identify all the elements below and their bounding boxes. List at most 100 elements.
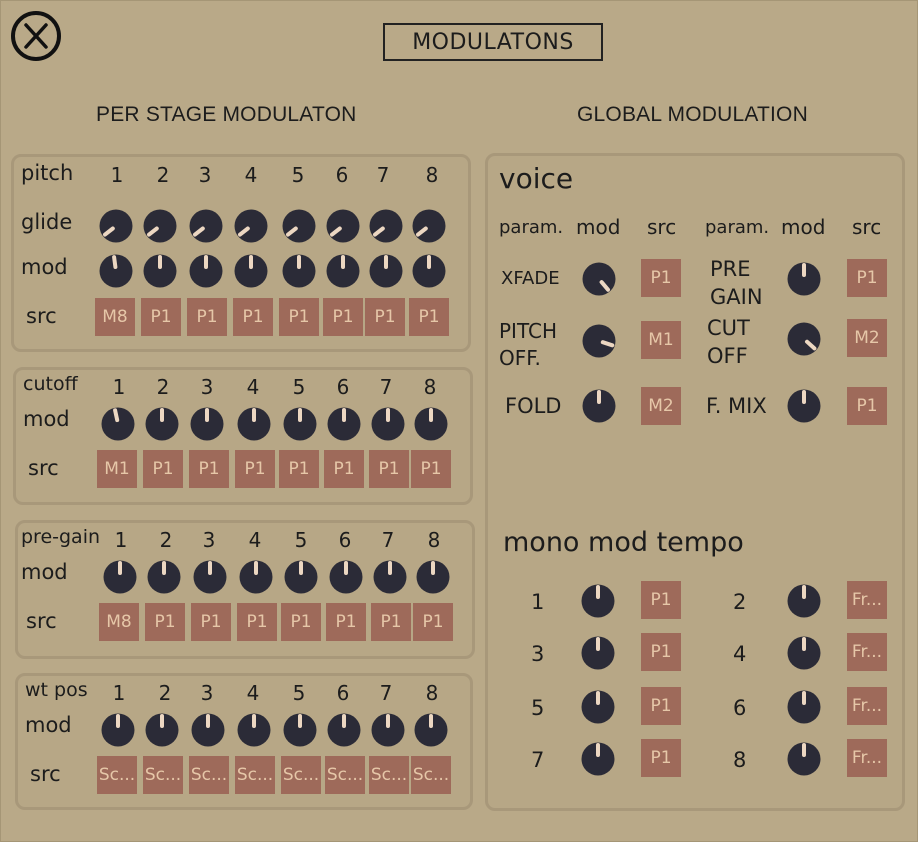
wtpos-src-button-8[interactable]: Sc... — [411, 756, 451, 794]
pregain-mod-knob-1[interactable] — [103, 560, 137, 594]
pregain-src-button-4[interactable]: P1 — [237, 603, 277, 641]
wtpos-mod-knob-7[interactable] — [371, 713, 405, 747]
mono-tempo-src-button-2[interactable]: Fr... — [847, 581, 887, 619]
pitch-src-button-8[interactable]: P1 — [409, 298, 449, 336]
mono-tempo-src-button-1[interactable]: P1 — [641, 581, 681, 619]
pitch-mod-knob-7[interactable] — [369, 254, 403, 288]
pitch-mod-knob-1[interactable] — [99, 254, 133, 288]
pregain-mod-knob-4[interactable] — [239, 560, 273, 594]
wtpos-mod-knob-3[interactable] — [191, 713, 225, 747]
pregain-src-button-3[interactable]: P1 — [191, 603, 231, 641]
mono-tempo-knob-2[interactable] — [787, 584, 821, 618]
pregain-src-button-5[interactable]: P1 — [281, 603, 321, 641]
mono-tempo-src-button-5[interactable]: P1 — [641, 687, 681, 725]
mono-tempo-knob-7[interactable] — [581, 742, 615, 776]
pitch-src-button-4[interactable]: P1 — [233, 298, 273, 336]
mono-tempo-src-button-6[interactable]: Fr... — [847, 687, 887, 725]
pitch-mod-knob-4[interactable] — [234, 254, 268, 288]
cutoff-mod-knob-3[interactable] — [190, 407, 224, 441]
cutoff-src-button-4[interactable]: P1 — [235, 450, 275, 488]
wtpos-src-button-5[interactable]: Sc... — [281, 756, 321, 794]
cutoff-mod-knob-7[interactable] — [371, 407, 405, 441]
pitch-mod-knob-8[interactable] — [412, 254, 446, 288]
pitch-mod-knob-3[interactable] — [189, 254, 223, 288]
pitch-glide-knob-4[interactable] — [234, 209, 268, 243]
wtpos-src-button-1[interactable]: Sc... — [97, 756, 137, 794]
wtpos-mod-knob-1[interactable] — [101, 713, 135, 747]
wtpos-mod-knob-8[interactable] — [414, 713, 448, 747]
cutoff-mod-knob-8[interactable] — [414, 407, 448, 441]
pitchoff-src-button[interactable]: M1 — [641, 321, 681, 359]
pitch-src-button-5[interactable]: P1 — [279, 298, 319, 336]
wtpos-mod-knob-2[interactable] — [145, 713, 179, 747]
mono-tempo-knob-1[interactable] — [581, 584, 615, 618]
pitch-src-button-2[interactable]: P1 — [141, 298, 181, 336]
fmix-src-button[interactable]: P1 — [847, 387, 887, 425]
pitch-mod-knob-6[interactable] — [326, 254, 360, 288]
cutoff-mod-knob-1[interactable] — [101, 407, 135, 441]
pitch-mod-knob-2[interactable] — [143, 254, 177, 288]
pregain-mod-knob-2[interactable] — [147, 560, 181, 594]
pregain-src-button-8[interactable]: P1 — [413, 603, 453, 641]
pregain-mod-knob-5[interactable] — [284, 560, 318, 594]
cutoff-src-button-7[interactable]: P1 — [369, 450, 409, 488]
wtpos-src-button-4[interactable]: Sc... — [235, 756, 275, 794]
mono-tempo-src-button-7[interactable]: P1 — [641, 739, 681, 777]
cutoff-src-button-8[interactable]: P1 — [411, 450, 451, 488]
pregain-mod-knob-6[interactable] — [329, 560, 363, 594]
cutoff-src-button-3[interactable]: P1 — [189, 450, 229, 488]
pregain-src-button-6[interactable]: P1 — [326, 603, 366, 641]
wtpos-src-button-3[interactable]: Sc... — [189, 756, 229, 794]
mono-tempo-src-button-8[interactable]: Fr... — [847, 739, 887, 777]
pregain-src-button-7[interactable]: P1 — [371, 603, 411, 641]
mono-tempo-knob-5[interactable] — [581, 690, 615, 724]
mono-tempo-src-button-3[interactable]: P1 — [641, 633, 681, 671]
fold-src-button[interactable]: M2 — [641, 387, 681, 425]
cutoff-global-mod-knob[interactable] — [787, 322, 821, 356]
pitch-glide-knob-3[interactable] — [189, 209, 223, 243]
pitch-glide-knob-5[interactable] — [282, 209, 316, 243]
cutoff-mod-knob-5[interactable] — [283, 407, 317, 441]
xfade-mod-knob[interactable] — [582, 262, 616, 296]
wtpos-mod-knob-6[interactable] — [327, 713, 361, 747]
cutoff-mod-knob-2[interactable] — [145, 407, 179, 441]
pregain-mod-knob-7[interactable] — [373, 560, 407, 594]
mono-tempo-knob-4[interactable] — [787, 636, 821, 670]
pitch-glide-knob-1[interactable] — [99, 209, 133, 243]
pitch-glide-knob-6[interactable] — [326, 209, 360, 243]
pitchoff-mod-knob[interactable] — [582, 324, 616, 358]
cutoff-src-button-1[interactable]: M1 — [97, 450, 137, 488]
pitch-mod-knob-5[interactable] — [282, 254, 316, 288]
pregain-src-button-1[interactable]: M8 — [99, 603, 139, 641]
pitch-src-button-3[interactable]: P1 — [187, 298, 227, 336]
pitch-src-button-6[interactable]: P1 — [323, 298, 363, 336]
pregain-mod-knob-8[interactable] — [416, 560, 450, 594]
pregain-mod-knob-3[interactable] — [193, 560, 227, 594]
pitch-glide-knob-7[interactable] — [369, 209, 403, 243]
mono-tempo-knob-3[interactable] — [581, 636, 615, 670]
pitch-glide-knob-8[interactable] — [412, 209, 446, 243]
wtpos-src-button-7[interactable]: Sc... — [369, 756, 409, 794]
wtpos-src-button-6[interactable]: Sc... — [325, 756, 365, 794]
fmix-mod-knob[interactable] — [787, 389, 821, 423]
pregain-src-button-2[interactable]: P1 — [145, 603, 185, 641]
pregain-mod-knob[interactable] — [787, 262, 821, 296]
wtpos-mod-knob-4[interactable] — [237, 713, 271, 747]
wtpos-mod-knob-5[interactable] — [283, 713, 317, 747]
pitch-src-button-1[interactable]: M8 — [95, 298, 135, 336]
wtpos-src-button-2[interactable]: Sc... — [143, 756, 183, 794]
cutoff-mod-knob-4[interactable] — [237, 407, 271, 441]
cutoff-mod-knob-6[interactable] — [327, 407, 361, 441]
xfade-src-button[interactable]: P1 — [641, 259, 681, 297]
cutoff-src-button-6[interactable]: P1 — [324, 450, 364, 488]
mono-tempo-knob-6[interactable] — [787, 690, 821, 724]
mono-tempo-src-button-4[interactable]: Fr... — [847, 633, 887, 671]
cutoff-src-button-5[interactable]: P1 — [279, 450, 319, 488]
cutoff-global-src-button[interactable]: M2 — [847, 319, 887, 357]
pitch-glide-knob-2[interactable] — [143, 209, 177, 243]
mono-tempo-knob-8[interactable] — [787, 742, 821, 776]
pitch-src-button-7[interactable]: P1 — [365, 298, 405, 336]
fold-mod-knob[interactable] — [582, 389, 616, 423]
pregain-src-button[interactable]: P1 — [847, 259, 887, 297]
close-button[interactable] — [11, 11, 61, 61]
